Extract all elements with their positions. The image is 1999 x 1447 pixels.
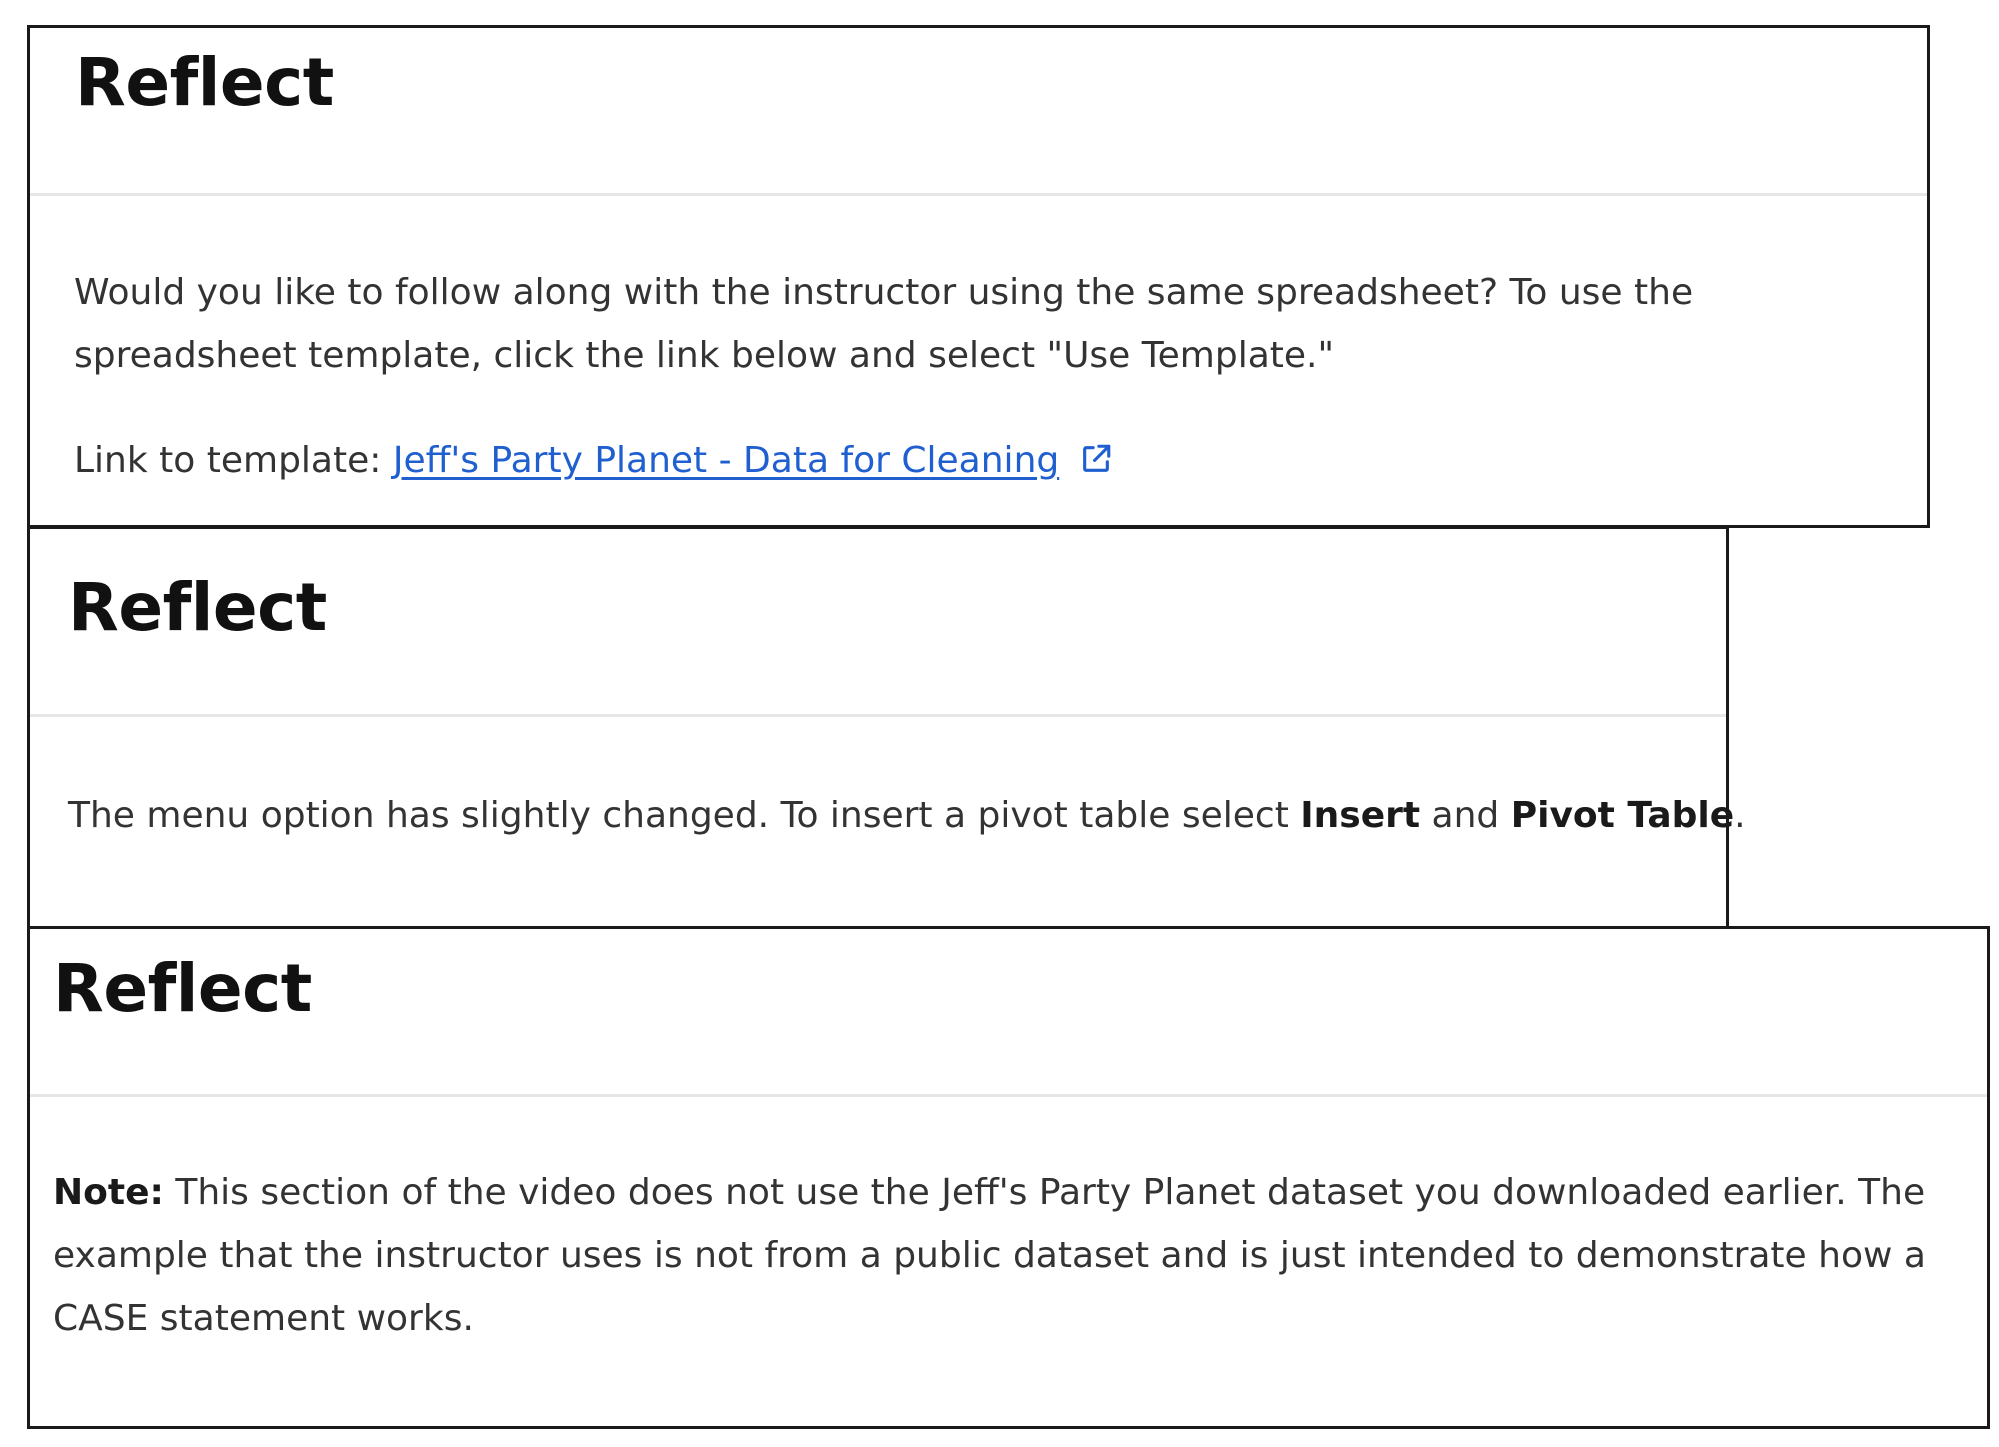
menu-insert-label: Insert	[1300, 795, 1421, 836]
note-label: Note:	[53, 1172, 164, 1213]
menu-pivot-table-label: Pivot Table	[1510, 795, 1735, 836]
card-divider	[30, 1094, 1987, 1097]
note-text: This section of the video does not use t…	[53, 1172, 1926, 1339]
reflect-card-pivot-table: Reflect The menu option has slightly cha…	[27, 526, 1746, 929]
card-paragraph: The menu option has slightly changed. To…	[68, 784, 1746, 847]
card-divider	[30, 714, 1726, 717]
link-prefix-label: Link to template:	[74, 440, 393, 481]
external-link-icon[interactable]	[1079, 442, 1113, 476]
card-divider	[30, 193, 1927, 196]
text-middle: and	[1420, 795, 1511, 836]
card-paragraph: Would you like to follow along with the …	[74, 272, 1694, 376]
note-paragraph: Note: This section of the video does not…	[53, 1161, 1973, 1350]
reflect-card-template: Reflect Would you like to follow along w…	[27, 25, 1930, 528]
card-title: Reflect	[68, 569, 327, 646]
card-title: Reflect	[53, 950, 312, 1027]
template-link[interactable]: Jeff's Party Planet - Data for Cleaning	[393, 440, 1059, 481]
template-link-line: Link to template: Jeff's Party Planet - …	[74, 429, 1113, 492]
reflect-card-note: Reflect Note: This section of the video …	[27, 926, 1990, 1429]
card-title: Reflect	[75, 44, 334, 121]
text-before: The menu option has slightly changed. To…	[68, 795, 1301, 836]
text-after: .	[1734, 795, 1746, 836]
